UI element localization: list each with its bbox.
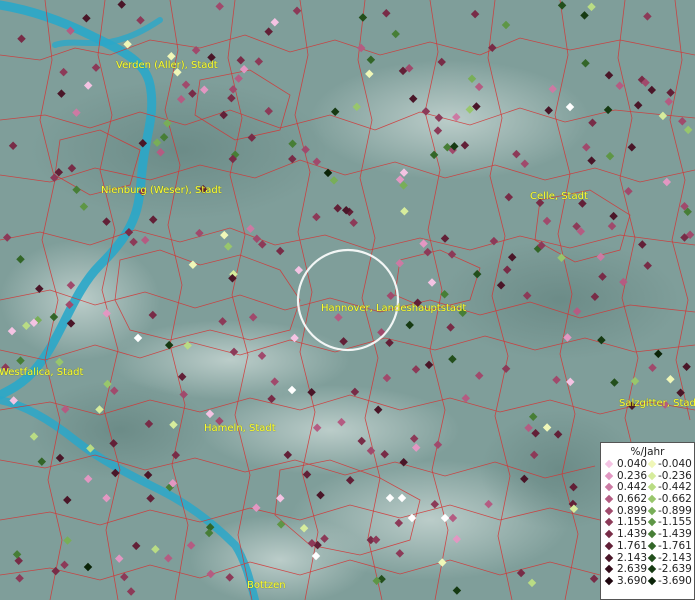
map-view[interactable]: Verden (Aller), Stadt Nienburg (Weser), S… [0,0,695,600]
legend-swatch-negative [647,506,657,515]
city-label: Bottzen [247,580,286,591]
legend-swatch-negative [647,529,657,539]
legend-swatch-positive [604,529,614,539]
legend-value-positive: 3.690 [617,574,648,587]
legend-swatch-positive [604,564,614,574]
legend-row: 0.662 -0.662 [601,493,694,506]
legend: %/Jahr 0.040 -0.040 0.236 -0.236 0.442 -0.442… [600,442,695,600]
city-label: Salzgitter, Stadt [619,398,695,409]
legend-swatch-negative [647,564,657,574]
city-label: Westfalica, Stadt [0,367,84,378]
legend-swatch-positive [604,576,614,586]
legend-swatch-negative [647,494,657,504]
map-canvas [0,0,695,600]
legend-value-positive: 0.662 [617,493,648,506]
legend-swatch-negative [647,518,657,527]
legend-swatch-negative [647,541,657,551]
legend-swatch-positive [604,541,614,551]
legend-value-negative: -1.761 [658,539,692,552]
legend-swatch-negative [647,576,657,586]
legend-rows: 0.040 -0.040 0.236 -0.236 0.442 -0.442 0.662 -0… [601,458,694,588]
legend-value-positive: 1.761 [617,539,648,552]
legend-swatch-negative [647,471,657,480]
legend-swatch-negative [647,483,657,492]
legend-title: %/Jahr [630,446,665,458]
city-label: Hannover, Landeshauptstadt [321,303,467,314]
legend-swatch-positive [604,553,614,562]
legend-swatch-positive [604,459,614,469]
legend-row: 1.761 -1.761 [601,539,694,553]
legend-swatch-negative [647,459,657,469]
city-label: Celle, Stadt [530,191,588,202]
legend-swatch-positive [604,483,614,492]
legend-swatch-positive [604,518,614,527]
legend-row: 0.040 -0.040 [601,458,694,471]
legend-value-negative: -0.662 [658,493,692,506]
legend-value-negative: -3.690 [658,574,692,587]
legend-value-negative: -0.040 [658,458,692,470]
city-label: Nienburg (Weser), Stadt [101,185,222,196]
city-label: Verden (Aller), Stadt [116,60,218,71]
legend-swatch-positive [604,494,614,504]
legend-swatch-negative [647,553,657,562]
legend-value-positive: 0.040 [617,458,648,470]
legend-row: 3.690 -3.690 [601,574,694,588]
city-label: Hameln, Stadt [204,423,276,434]
legend-swatch-positive [604,506,614,515]
legend-swatch-positive [604,471,614,480]
